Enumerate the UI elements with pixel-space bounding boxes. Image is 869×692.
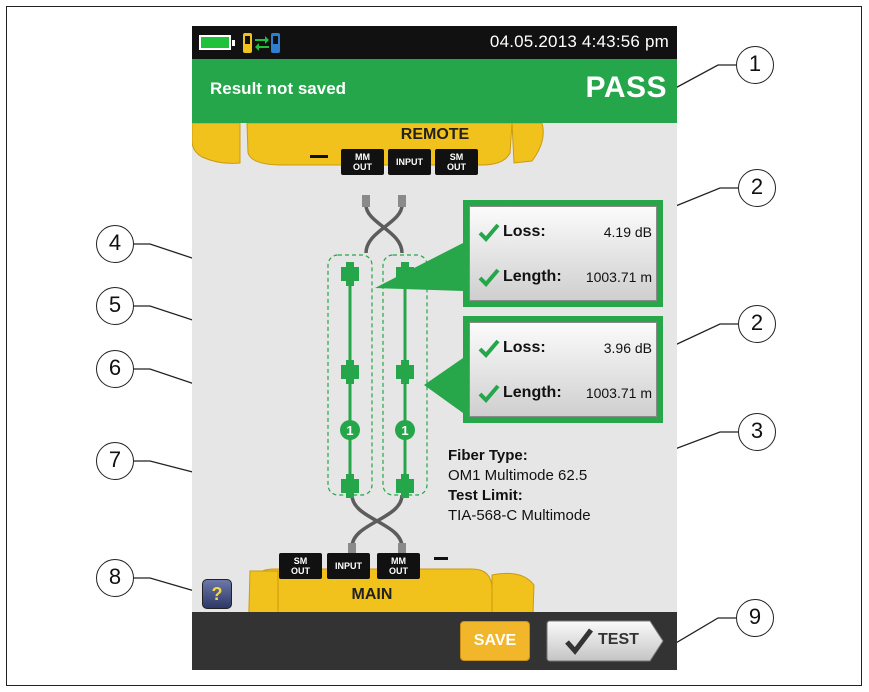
link-status-icon	[243, 33, 280, 53]
loss-value: 4.19 dB	[603, 224, 652, 240]
loss-label: Loss:	[503, 339, 546, 356]
fiber-cross-bottom-b	[350, 494, 404, 548]
result-pointer-1	[375, 243, 463, 291]
test-result-status: PASS	[585, 71, 667, 104]
result-pointer-2	[424, 358, 463, 413]
test-limit-value: TIA-568-C Multimode	[448, 507, 591, 524]
result-bar: Result not saved PASS	[192, 59, 677, 123]
callout-5: 5	[96, 287, 134, 325]
check-icon	[478, 223, 500, 242]
save-status-text: Result not saved	[210, 79, 347, 98]
check-icon	[478, 268, 500, 287]
fiber-result-1[interactable]: Loss: 4.19 dB Length: 1003.71 m	[463, 200, 663, 307]
callout-6: 6	[96, 350, 134, 388]
save-button[interactable]: SAVE	[460, 621, 530, 661]
battery-icon	[199, 35, 235, 50]
callout-9: 9	[736, 599, 774, 637]
length-label: Length:	[503, 268, 562, 285]
fiber-result-2[interactable]: Loss: 3.96 dB Length: 1003.71 m	[463, 316, 663, 423]
callout-8: 8	[96, 559, 134, 597]
fiber-type-label: Fiber Type:	[448, 447, 528, 464]
check-icon	[478, 384, 500, 403]
length-value: 1003.71 m	[585, 385, 652, 401]
callout-4: 4	[96, 225, 134, 263]
callout-2b: 2	[738, 305, 776, 343]
remote-port-sm-out: SM OUT	[435, 149, 478, 175]
length-row: Length: 1003.71 m	[478, 262, 652, 292]
callout-3: 3	[738, 413, 776, 451]
remote-tester-bumper-left	[192, 123, 241, 164]
remote-tester-bumper-right	[511, 123, 544, 164]
remote-tester-label: REMOTE	[400, 126, 470, 143]
main-port-input: INPUT	[327, 553, 370, 579]
check-icon	[565, 628, 593, 655]
bottom-button-bar: SAVE TEST	[192, 612, 677, 670]
loss-value: 3.96 dB	[603, 340, 652, 356]
callout-1: 1	[736, 46, 774, 84]
loss-label: Loss:	[503, 223, 546, 240]
test-button[interactable]: TEST	[546, 620, 664, 662]
remote-port-input: INPUT	[388, 149, 431, 175]
date-time: 04.05.2013 4:43:56 pm	[489, 32, 669, 51]
main-port-mm-out: MM OUT	[377, 553, 420, 579]
loss-row: Loss: 4.19 dB	[478, 217, 652, 247]
length-label: Length:	[503, 384, 562, 401]
callout-7: 7	[96, 442, 134, 480]
fiber-type-value: OM1 Multimode 62.5	[448, 467, 588, 484]
connection-marker-2: 1	[401, 423, 408, 438]
test-settings-info: Fiber Type: OM1 Multimode 62.5 Test Limi…	[448, 446, 591, 526]
loss-row: Loss: 3.96 dB	[478, 333, 652, 363]
main-port-sm-out: SM OUT	[279, 553, 322, 579]
length-row: Length: 1003.71 m	[478, 378, 652, 408]
check-icon	[478, 339, 500, 358]
test-button-label: TEST	[598, 631, 639, 648]
remote-port-mm-out: MM OUT	[341, 149, 384, 175]
test-limit-label: Test Limit:	[448, 487, 523, 504]
tester-screen: 04.05.2013 4:43:56 pm Result not saved P…	[192, 26, 677, 670]
length-value: 1003.71 m	[585, 269, 652, 285]
help-button[interactable]: ?	[202, 579, 232, 609]
status-bar: 04.05.2013 4:43:56 pm	[192, 26, 677, 59]
main-tester-label: MAIN	[351, 586, 393, 603]
fiber-cross-top-b	[364, 204, 404, 254]
callout-2a: 2	[738, 169, 776, 207]
connection-marker-1: 1	[346, 423, 353, 438]
